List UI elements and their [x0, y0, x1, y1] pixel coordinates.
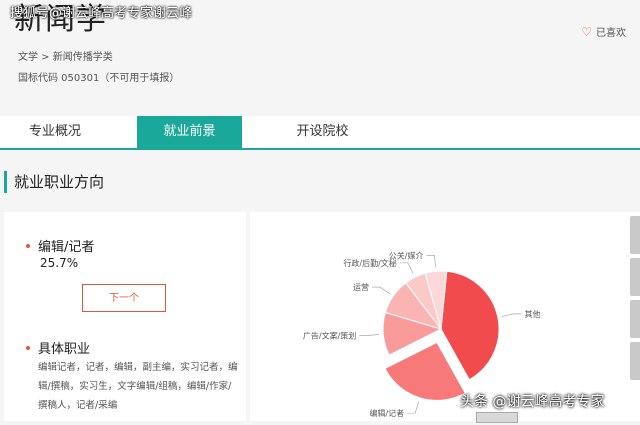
major-header: 新闻学 搜狐号@谢云峰高考专家谢云峰 文学 > 新闻传播学类 国标代码 0503…	[0, 0, 640, 96]
tab-employment[interactable]: 就业前景	[137, 116, 242, 148]
leader-line	[359, 334, 380, 336]
side-toolbar[interactable]	[630, 216, 640, 386]
tab-overview[interactable]: 专业概况	[0, 116, 110, 148]
leader-line	[372, 286, 391, 295]
leader-line	[426, 254, 436, 268]
job-card: 编辑/记者 25.7% 下一个 具体职业 编辑记者，记者，编辑，副主编，实习记者…	[4, 212, 246, 421]
bullet-icon	[26, 244, 30, 248]
pie-label: 编辑/记者	[369, 408, 404, 418]
specific-jobs: 编辑记者，记者，编辑，副主编，实习记者，编辑/撰稿，实习生，文字编辑/组稿，编辑…	[38, 362, 238, 411]
job-percent: 25.7%	[40, 256, 79, 270]
side-button[interactable]	[630, 258, 640, 296]
side-button[interactable]	[630, 300, 640, 338]
pie-label: 公关/媒介	[389, 250, 424, 260]
side-button[interactable]	[630, 216, 640, 254]
favorite-label: 已喜欢	[596, 28, 626, 39]
leader-line	[399, 262, 414, 274]
heart-icon: ♡	[581, 24, 592, 39]
tab-bar: 专业概况 就业前景 开设院校	[0, 116, 640, 150]
side-button[interactable]	[630, 342, 640, 380]
bullet-icon	[26, 346, 30, 350]
pie-chart: 其他编辑/记者广告/文案/策划运营行政/后勤/文秘公关/媒介	[303, 250, 541, 418]
section-header: 就业职业方向	[0, 162, 640, 202]
caption-watermark: 头条 @谢云峰高考专家	[460, 394, 605, 410]
section-title: 就业职业方向	[14, 173, 105, 191]
thumbnail-icon	[476, 412, 518, 423]
national-code: 国标代码 050301（不可用于填报）	[18, 73, 180, 84]
leader-line	[407, 401, 419, 414]
pie-label: 其他	[524, 309, 540, 319]
specific-title: 具体职业	[38, 342, 91, 357]
breadcrumb[interactable]: 文学 > 新闻传播学类	[18, 48, 113, 63]
watermark: 搜狐号@谢云峰高考专家谢云峰	[10, 6, 193, 21]
leader-line	[501, 313, 522, 317]
chart-card: 其他 编辑/记者 广告/文案/策划 运营 行政/后勤/文秘 公关/媒介	[250, 212, 640, 421]
pie-label: 广告/文案/策划	[303, 331, 356, 341]
section-accent-bar	[4, 171, 7, 193]
pie-slice	[440, 270, 500, 381]
job-name: 编辑/记者	[38, 240, 95, 255]
next-button[interactable]: 下一个	[82, 284, 166, 312]
favorite-button[interactable]: ♡ 已喜欢	[581, 24, 626, 40]
pie-label: 运营	[353, 282, 369, 292]
tab-schools[interactable]: 开设院校	[270, 116, 375, 148]
